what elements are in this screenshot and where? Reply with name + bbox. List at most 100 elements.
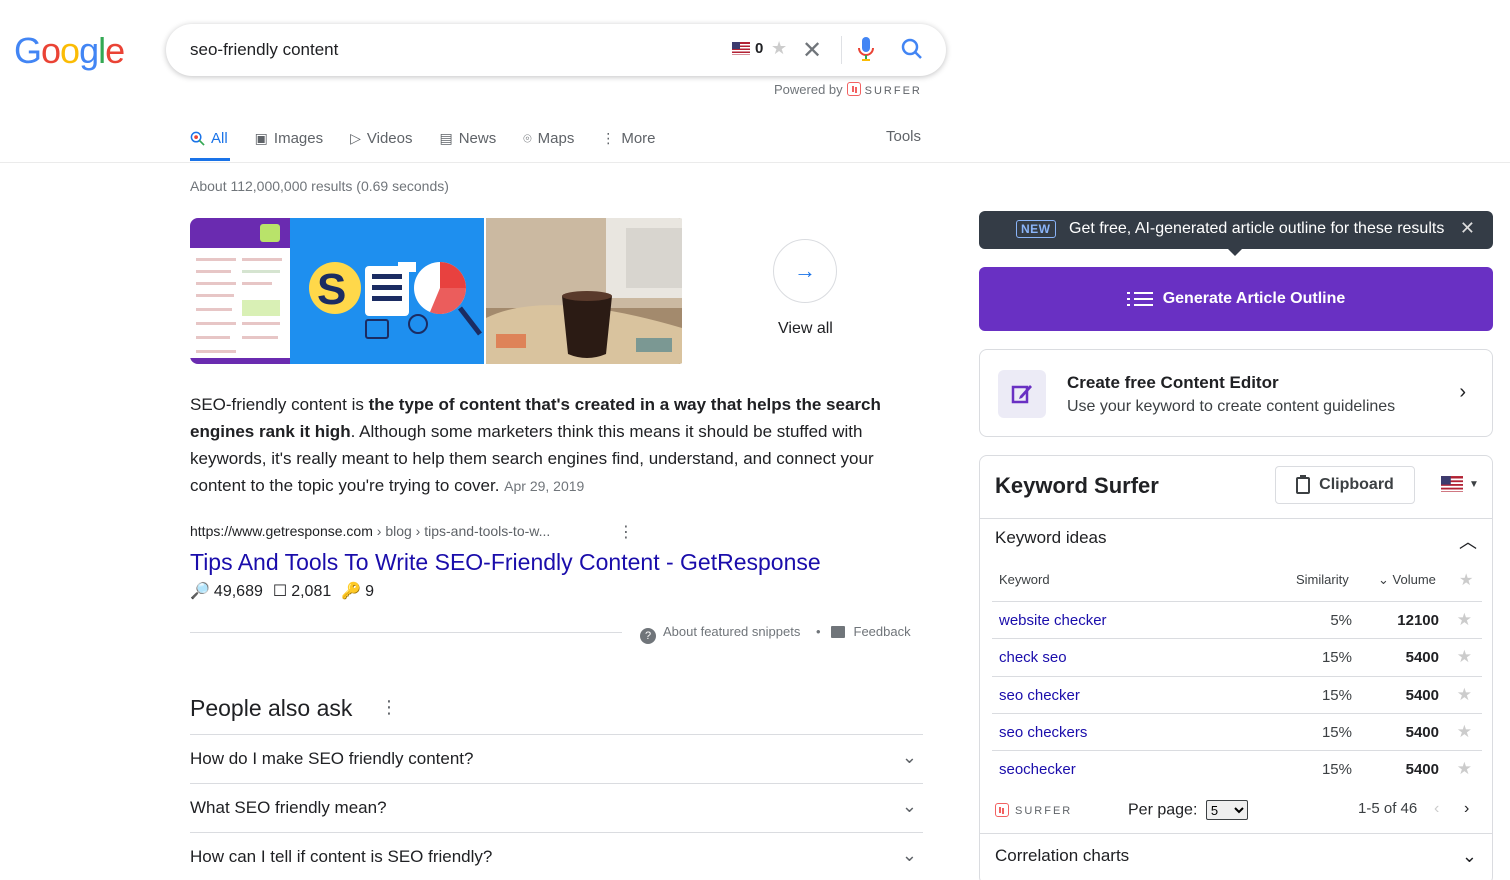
view-all-button[interactable]: →: [773, 239, 837, 303]
logo-letter: G: [14, 30, 42, 71]
chevron-up-icon[interactable]: ︿: [1459, 528, 1477, 554]
us-flag-icon: [1441, 476, 1463, 492]
thumbnail-image[interactable]: [190, 218, 290, 364]
keyword-row: seo checker 15% 5400 ★: [992, 676, 1482, 713]
result-path: › blog › tips-and-tools-to-w...: [372, 523, 551, 539]
edit-icon: [998, 370, 1046, 418]
surfer-brand-footer[interactable]: SURFER: [995, 803, 1072, 817]
result-metrics: 🔎 49,689 ☐ 2,081 🔑 9: [190, 581, 374, 601]
divider: [980, 833, 1492, 834]
keyword-link[interactable]: seochecker: [999, 761, 1076, 778]
metric-words: ☐ 2,081: [273, 581, 331, 601]
snippet-date: Apr 29, 2019: [504, 478, 585, 494]
microphone-icon[interactable]: [858, 37, 874, 61]
metric-value: 49,689: [213, 583, 263, 600]
about-featured-snippets-link[interactable]: About featured snippets: [663, 624, 800, 639]
sort-down-icon: ⌄: [1378, 572, 1393, 587]
tab-more[interactable]: ⋮ More: [601, 128, 655, 148]
star-icon[interactable]: ★: [1457, 722, 1472, 742]
content-editor-card[interactable]: Create free Content Editor Use your keyw…: [979, 349, 1493, 437]
tab-label: News: [458, 129, 497, 147]
star-icon[interactable]: ★: [1457, 610, 1472, 630]
more-options-icon[interactable]: ⋮: [380, 697, 398, 718]
tab-label: All: [211, 129, 228, 147]
logo-letter: e: [105, 30, 125, 71]
divider: [841, 36, 842, 64]
snippet-text: SEO-friendly content is: [190, 395, 369, 414]
chevron-down-icon: ⌄: [901, 796, 917, 816]
chevron-down-icon[interactable]: ⌄: [1462, 846, 1477, 867]
list-icon: [1126, 290, 1153, 308]
keyword-row: website checker 5% 12100 ★: [992, 601, 1482, 638]
thumbnail-image[interactable]: S: [290, 218, 486, 364]
map-pin-icon: ⌾: [523, 129, 532, 146]
close-icon[interactable]: ✕: [1460, 218, 1475, 239]
star-icon[interactable]: ★: [1457, 685, 1472, 705]
dropdown-arrow-icon: ▼: [1469, 478, 1479, 490]
logo-letter: o: [41, 30, 61, 71]
keyword-link[interactable]: seo checker: [999, 687, 1080, 704]
tab-videos[interactable]: ▷ Videos: [350, 128, 412, 148]
tab-images[interactable]: ▣ Images: [255, 128, 323, 148]
keyword-link[interactable]: seo checkers: [999, 724, 1087, 741]
keyword-link[interactable]: check seo: [999, 649, 1067, 666]
search-icon[interactable]: [900, 37, 924, 61]
correlation-charts-title[interactable]: Correlation charts: [995, 846, 1129, 866]
chevron-right-icon[interactable]: ›: [1464, 800, 1469, 818]
generate-outline-button[interactable]: Generate Article Outline: [979, 267, 1493, 331]
clipboard-button[interactable]: Clipboard: [1275, 466, 1415, 504]
search-input[interactable]: seo-friendly content: [190, 40, 338, 60]
keyword-ideas-title: Keyword ideas: [995, 528, 1107, 547]
active-tab-indicator: [190, 158, 230, 161]
tab-all[interactable]: All: [190, 128, 228, 148]
tab-news[interactable]: ▤ News: [439, 128, 496, 148]
google-logo[interactable]: Google: [14, 30, 125, 72]
star-icon[interactable]: ★: [1457, 759, 1472, 779]
feedback-link[interactable]: Feedback: [854, 624, 911, 639]
tab-label: Images: [273, 129, 324, 147]
view-all-label[interactable]: View all: [778, 320, 833, 338]
tab-label: Videos: [366, 129, 413, 147]
column-volume[interactable]: ⌄ Volume: [1378, 572, 1436, 588]
result-title-link[interactable]: Tips And Tools To Write SEO-Friendly Con…: [190, 549, 821, 576]
column-similarity[interactable]: Similarity: [1296, 572, 1349, 587]
clipboard-icon: [1296, 474, 1311, 494]
keyword-surfer-title: Keyword Surfer: [995, 473, 1159, 498]
powered-by-surfer[interactable]: Powered by SURFER: [774, 82, 922, 97]
star-icon[interactable]: ★: [771, 38, 787, 59]
paa-question[interactable]: How can I tell if content is SEO friendl…: [190, 832, 923, 880]
news-icon: ▤: [439, 129, 453, 146]
svg-text:S: S: [317, 265, 346, 314]
keyword-link[interactable]: website checker: [999, 612, 1107, 629]
separator-dot: •: [815, 624, 821, 639]
volume-value: 5400: [1405, 649, 1439, 666]
similarity-value: 5%: [1330, 612, 1352, 629]
logo-letter: o: [60, 30, 80, 71]
result-url[interactable]: https://www.getresponse.com › blog › tip…: [190, 523, 550, 539]
clear-icon[interactable]: ✕: [802, 36, 822, 65]
content-editor-title: Create free Content Editor: [1067, 373, 1279, 392]
keyword-surfer-panel: Keyword Surfer Clipboard ▼ Keyword ideas…: [979, 455, 1493, 880]
per-page-select[interactable]: 5: [1205, 800, 1248, 820]
paa-question[interactable]: What SEO friendly mean? ⌄: [190, 783, 923, 833]
star-icon[interactable]: ★: [1457, 647, 1472, 667]
country-selector[interactable]: ▼: [1441, 476, 1479, 492]
snippet-footer: ? About featured snippets • Feedback: [640, 624, 911, 644]
metric-traffic: 🔎 49,689: [190, 581, 263, 601]
video-icon: ▷: [350, 129, 361, 146]
tools-button[interactable]: Tools: [886, 128, 921, 145]
paa-question[interactable]: How do I make SEO friendly content? ⌄: [190, 734, 923, 784]
tab-maps[interactable]: ⌾ Maps: [523, 128, 574, 148]
keyword-row: check seo 15% 5400 ★: [992, 638, 1482, 675]
column-keyword: Keyword: [999, 572, 1050, 587]
surfer-logo-icon: [995, 803, 1009, 817]
tab-label: More: [621, 129, 656, 147]
search-box[interactable]: seo-friendly content 0 ★ ✕: [166, 24, 946, 76]
thumbnail-image[interactable]: [486, 218, 682, 364]
paa-question-text: How do I make SEO friendly content?: [190, 749, 474, 768]
more-options-icon[interactable]: ⋮: [618, 522, 634, 542]
result-domain: https://www.getresponse.com: [190, 523, 373, 539]
star-icon[interactable]: ★: [1459, 570, 1473, 590]
chevron-left-icon[interactable]: ‹: [1434, 800, 1439, 818]
search-icon: [190, 131, 205, 146]
